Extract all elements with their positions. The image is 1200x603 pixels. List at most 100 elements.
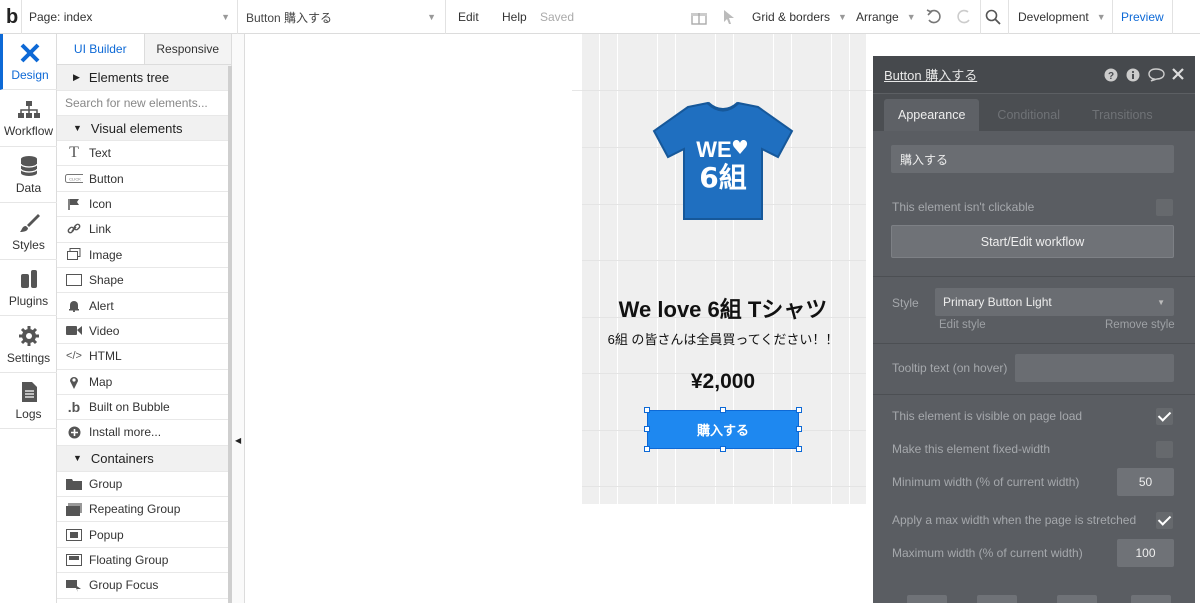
tooltip-input[interactable] (1015, 354, 1174, 382)
tab-transitions[interactable]: Transitions (1078, 99, 1167, 131)
nav-plugins[interactable]: Plugins (0, 260, 57, 316)
tab-responsive[interactable]: Responsive (143, 34, 231, 64)
resize-handle[interactable] (644, 446, 650, 452)
nav-design[interactable]: Design (0, 34, 57, 90)
bottom-control[interactable] (977, 595, 1017, 603)
edit-style-link[interactable]: Edit style (939, 319, 986, 331)
product-subtitle[interactable]: 6組 の皆さんは全員買ってください！！ (592, 329, 854, 348)
bubble-logo-icon: .b (67, 399, 81, 416)
palette-item-repeating-group[interactable]: Repeating Group (57, 497, 231, 523)
palette-item-icon[interactable]: Icon (57, 192, 231, 218)
palette-item-video[interactable]: Video (57, 319, 231, 345)
palette-item-button[interactable]: CLICK Button (57, 166, 231, 192)
resize-handle[interactable] (644, 426, 650, 432)
grid-borders-menu[interactable]: Grid & borders ▼ (752, 0, 847, 34)
comment-icon[interactable] (1148, 68, 1165, 85)
nav-label: Logs (15, 406, 42, 421)
palette-item-popup[interactable]: Popup (57, 522, 231, 548)
section-label: Containers (90, 450, 154, 466)
max-width-apply-checkbox[interactable] (1156, 512, 1173, 529)
palette-item-link[interactable]: Link (57, 217, 231, 243)
resize-handle[interactable] (644, 407, 650, 413)
resize-handle[interactable] (720, 407, 726, 413)
edit-menu[interactable]: Edit (458, 0, 479, 34)
close-icon[interactable] (1172, 68, 1184, 83)
bottom-control[interactable] (1057, 595, 1097, 603)
help-icon[interactable]: ? (1104, 68, 1118, 85)
palette-item-text[interactable]: T Text (57, 141, 231, 167)
palette-item-group-focus[interactable]: Group Focus (57, 573, 231, 599)
not-clickable-checkbox[interactable] (1156, 199, 1173, 216)
nav-styles[interactable]: Styles (0, 204, 57, 260)
nav-settings[interactable]: Settings (0, 317, 57, 373)
palette-item-floating-group[interactable]: Floating Group (57, 548, 231, 574)
element-palette: UI Builder Responsive ▶ Elements tree Sea… (57, 34, 232, 603)
element-search-input[interactable]: Search for new elements... (57, 91, 231, 116)
bubble-logo[interactable]: b (6, 0, 18, 34)
page-selector[interactable]: Page: index ▼ (29, 0, 234, 34)
item-label: Install more... (89, 425, 162, 440)
page-selector-label: Page: index (29, 10, 93, 24)
item-label: Icon (89, 196, 112, 211)
tab-conditional[interactable]: Conditional (983, 99, 1074, 131)
resize-handle[interactable] (796, 426, 802, 432)
visual-elements-toggle[interactable]: ▼ Visual elements (57, 116, 231, 141)
start-edit-workflow-button[interactable]: Start/Edit workflow (891, 225, 1174, 258)
folder-icon (65, 478, 83, 490)
preview-button[interactable]: Preview (1121, 0, 1164, 34)
visible-on-load-checkbox[interactable] (1156, 408, 1173, 425)
nav-label: Plugins (8, 293, 49, 308)
style-dropdown[interactable]: Primary Button Light ▼ (935, 288, 1174, 316)
elements-tree-toggle[interactable]: ▶ Elements tree (57, 65, 231, 91)
info-icon[interactable] (1126, 68, 1140, 85)
visible-on-load-label: This element is visible on page load (892, 409, 1083, 423)
palette-item-html[interactable]: </> HTML (57, 344, 231, 370)
brush-icon (19, 213, 40, 232)
gift-icon[interactable] (690, 0, 708, 34)
containers-toggle[interactable]: ▼ Containers (57, 445, 231, 472)
button-text-field[interactable]: 購入する (891, 145, 1174, 173)
bottom-control[interactable] (1131, 595, 1171, 603)
resize-handle[interactable] (720, 446, 726, 452)
undo-icon[interactable] (925, 0, 943, 34)
remove-style-link[interactable]: Remove style (1105, 319, 1175, 331)
nav-workflow[interactable]: Workflow (0, 91, 57, 147)
max-width-input[interactable]: 100 (1117, 539, 1174, 567)
video-icon (65, 325, 83, 336)
cursor-icon[interactable] (722, 0, 736, 34)
item-label: Popup (89, 527, 124, 542)
palette-item-alert[interactable]: Alert (57, 293, 231, 319)
search-icon[interactable] (985, 0, 1001, 34)
gear-icon (18, 325, 39, 346)
palette-collapse-handle[interactable]: ◀ (232, 34, 245, 603)
environment-selector[interactable]: Development ▼ (1018, 0, 1106, 34)
min-width-input[interactable]: 50 (1117, 468, 1174, 496)
nav-data[interactable]: Data (0, 147, 57, 203)
element-selector[interactable]: Button 購入する ▼ (246, 0, 440, 34)
chevron-down-icon: ▼ (838, 12, 847, 22)
tshirt-image[interactable]: WE 6組 (650, 101, 796, 223)
redo-icon[interactable] (955, 0, 973, 34)
palette-item-install-more[interactable]: Install more... (57, 420, 231, 446)
resize-handle[interactable] (796, 407, 802, 413)
palette-item-built-on-bubble[interactable]: .b Built on Bubble (57, 395, 231, 421)
product-price[interactable]: ¥2,000 (592, 370, 854, 394)
arrange-menu[interactable]: Arrange ▼ (856, 0, 916, 34)
buy-button[interactable]: 購入する (647, 410, 799, 449)
fixed-width-checkbox[interactable] (1156, 441, 1173, 458)
tab-appearance[interactable]: Appearance (884, 99, 980, 131)
tab-ui-builder[interactable]: UI Builder (57, 34, 144, 64)
product-title[interactable]: We love 6組 Tシャツ (592, 292, 854, 324)
property-editor-title[interactable]: Button 購入する (884, 65, 977, 84)
caret-left-icon: ◀ (235, 436, 242, 445)
palette-item-group[interactable]: Group (57, 472, 231, 498)
palette-item-shape[interactable]: Shape (57, 268, 231, 294)
svg-text:?: ? (1108, 71, 1114, 82)
help-menu[interactable]: Help (502, 0, 527, 34)
bottom-control[interactable] (907, 595, 947, 603)
nav-logs[interactable]: Logs (0, 373, 57, 429)
palette-item-map[interactable]: Map (57, 370, 231, 395)
palette-item-image[interactable]: Image (57, 243, 231, 268)
plus-circle-icon (65, 426, 83, 439)
resize-handle[interactable] (796, 446, 802, 452)
